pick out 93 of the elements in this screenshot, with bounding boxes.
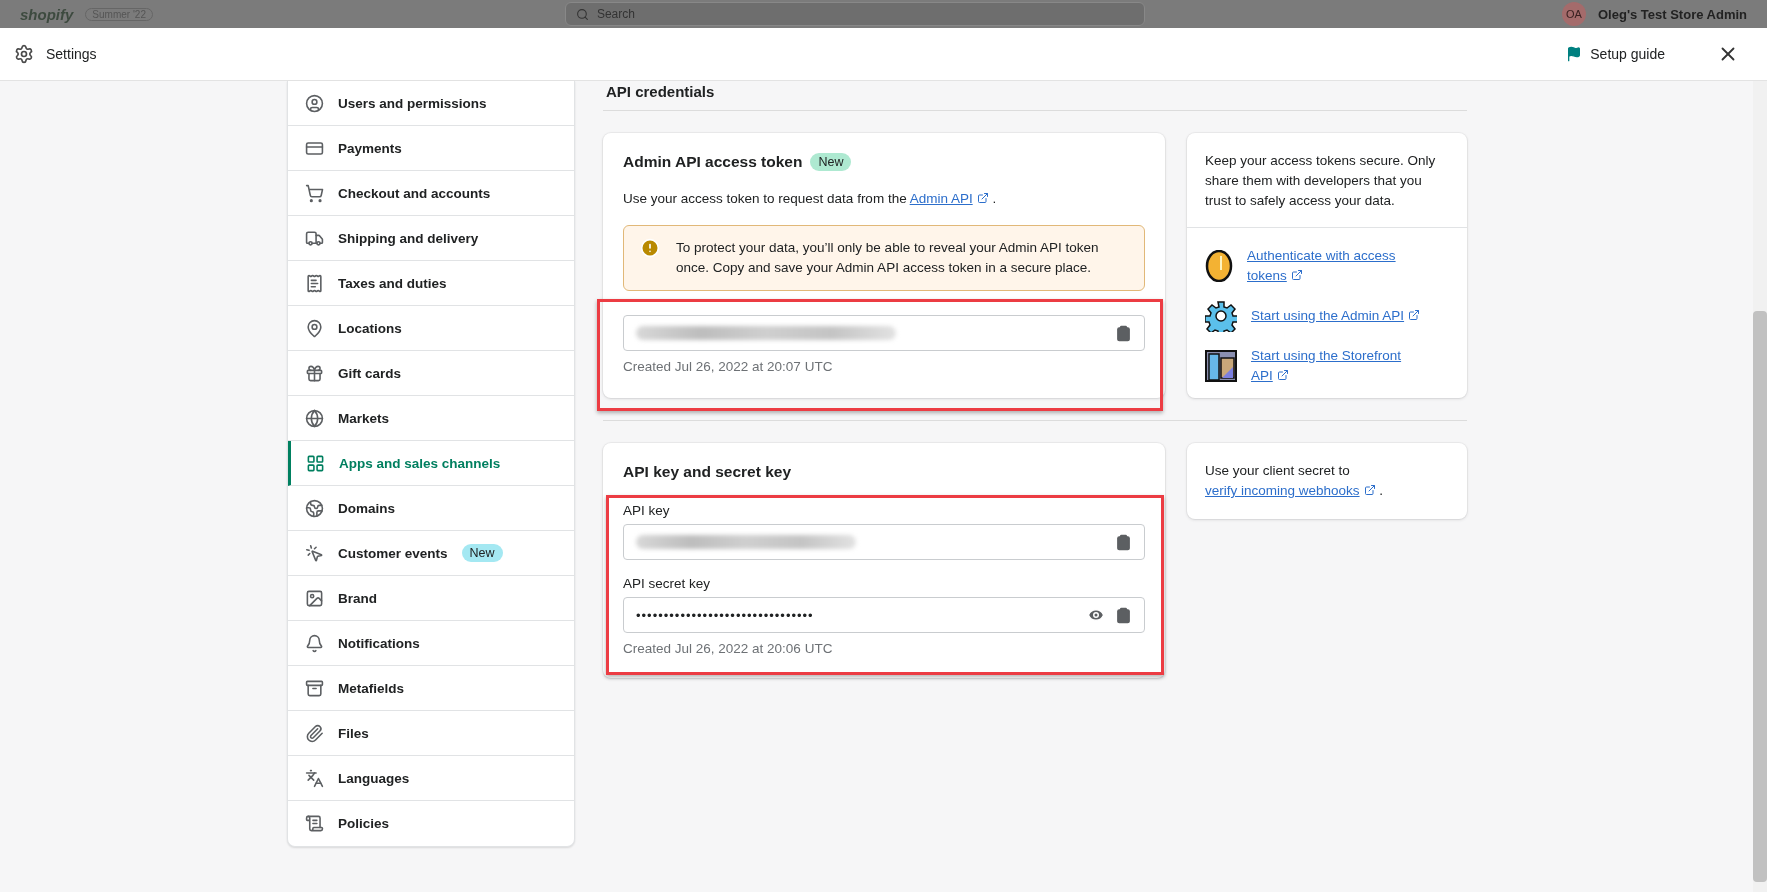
new-badge: New (810, 153, 852, 171)
sidebar-label: Customer events (338, 545, 448, 561)
gear-icon (1205, 300, 1237, 332)
grid-icon (306, 453, 325, 473)
alert-icon (640, 238, 660, 258)
created-date: Created Jul 26, 2022 at 20:06 UTC (623, 641, 834, 656)
webhooks-link[interactable]: verify incoming webhooks (1205, 483, 1376, 498)
cart-icon (305, 183, 324, 203)
sidebar-item[interactable]: Markets (288, 396, 574, 441)
sidebar-label: Files (338, 725, 369, 741)
sidebar-label: Languages (338, 770, 410, 786)
external-link-icon (976, 192, 989, 204)
field-label: API secret key (623, 576, 712, 591)
doc-link[interactable]: Authenticate with access tokens (1247, 246, 1419, 286)
admin-api-link[interactable]: Admin API (909, 191, 989, 206)
masked-value: •••••••••••••••••••••••••••••••• (636, 607, 814, 623)
new-badge: New (461, 544, 503, 562)
description-text: Use your access token to request data from the Admin API . (623, 190, 998, 208)
api-key-field[interactable] (623, 524, 1145, 560)
warning-text: To protect your data, you’ll only be able to reveal your Admin API token once. Copy and save your Admin API access token in a secure place. (676, 239, 1100, 277)
sidebar-item[interactable]: Domains (288, 486, 574, 531)
pointer-icon (305, 543, 324, 563)
avatar[interactable]: OA (1562, 2, 1586, 26)
sidebar-label: Locations (338, 320, 402, 336)
sidebar-label: Checkout and accounts (338, 185, 491, 201)
sidebar-label: Notifications (338, 635, 420, 651)
sidebar-label: Policies (338, 816, 390, 831)
sidebar-item[interactable]: Gift cards (288, 351, 574, 396)
sidebar-label: Shipping and delivery (338, 230, 479, 246)
sidebar-item[interactable]: Users and permissions (288, 81, 574, 126)
sidebar-item[interactable]: Files (288, 711, 574, 756)
sidebar-label: Payments (338, 140, 402, 156)
globe-icon (305, 498, 324, 518)
sidebar-item[interactable]: Languages (288, 756, 574, 801)
sidebar-item[interactable]: Locations (288, 306, 574, 351)
gift-icon (305, 363, 324, 383)
card-title: API key and secret key (623, 463, 792, 481)
receipt-icon (305, 273, 324, 293)
paperclip-icon (305, 723, 324, 743)
globe-icon (305, 408, 324, 428)
languages-icon (305, 768, 324, 788)
sidebar-item[interactable]: Customer events New (288, 531, 574, 576)
created-date: Created Jul 26, 2022 at 20:07 UTC (623, 359, 834, 374)
sidebar-label: Markets (338, 410, 390, 426)
user-icon (305, 93, 324, 113)
sidebar-item[interactable]: Brand (288, 576, 574, 621)
external-link-icon (1408, 309, 1421, 321)
archive-icon (305, 678, 324, 698)
setup-guide-button[interactable]: Setup guide (1560, 42, 1671, 66)
sidebar-label: Gift cards (338, 365, 402, 381)
external-link-icon (1363, 484, 1376, 496)
image-icon (305, 588, 324, 608)
doc-link[interactable]: Start using the Admin API (1251, 306, 1423, 326)
webhooks-text: Use your client secret to verify incoming webhooks . (1205, 462, 1385, 500)
external-link-icon (1290, 269, 1303, 281)
sidebar-item[interactable]: Apps and sales channels (288, 441, 574, 486)
sidebar-label: Domains (338, 500, 395, 516)
flag-icon (1566, 46, 1583, 62)
tools-icon (1205, 350, 1237, 382)
coin-icon (1205, 250, 1233, 282)
card-title: Admin API access token (623, 153, 803, 171)
map-pin-icon (305, 318, 324, 338)
sidebar-item[interactable]: Policies (288, 801, 574, 846)
secret-key-field[interactable]: •••••••••••••••••••••••••••••••• (623, 597, 1145, 633)
tips-text: Keep your access tokens secure. Only share them with developers that you trust to safely access your data. (1205, 152, 1437, 210)
sidebar-label: Users and permissions (338, 95, 487, 111)
sidebar-item[interactable]: Metafields (288, 666, 574, 711)
clipboard-icon[interactable] (1115, 533, 1132, 551)
truck-icon (305, 228, 324, 248)
clipboard-icon[interactable] (1115, 324, 1132, 342)
sidebar-label: Apps and sales channels (339, 455, 501, 471)
sidebar-item[interactable]: Payments (288, 126, 574, 171)
sidebar-item[interactable]: Notifications (288, 621, 574, 666)
brand-logo: shopify (20, 5, 74, 23)
store-name: Oleg's Test Store Admin (1598, 6, 1747, 22)
sidebar-label: Brand (338, 590, 377, 606)
sidebar-item[interactable]: Checkout and accounts (288, 171, 574, 216)
search-icon (575, 7, 589, 21)
sidebar-label: Taxes and duties (338, 275, 447, 291)
scroll-icon (305, 814, 324, 833)
scrollbar[interactable] (1753, 81, 1767, 892)
bell-icon (305, 633, 324, 653)
sidebar-label: Metafields (338, 680, 405, 696)
clipboard-icon[interactable] (1115, 606, 1132, 624)
field-label: API key (623, 503, 671, 518)
section-title: API credentials (605, 82, 716, 102)
doc-link[interactable]: Start using the Storefront API (1251, 346, 1423, 386)
sidebar-item[interactable]: Taxes and duties (288, 261, 574, 306)
sidebar-item[interactable]: Shipping and delivery (288, 216, 574, 261)
token-field[interactable] (623, 315, 1145, 351)
window-title: Settings (46, 46, 97, 62)
external-link-icon (1276, 369, 1289, 381)
settings-icon (14, 44, 34, 64)
